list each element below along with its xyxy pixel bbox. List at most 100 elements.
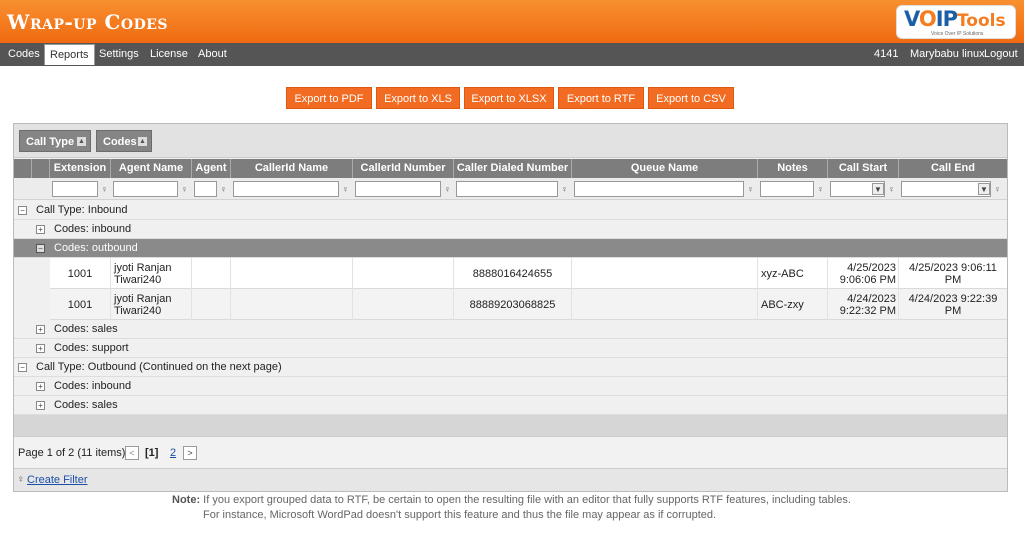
expand-icon[interactable]: + (36, 225, 45, 234)
group-label: Codes: sales (54, 323, 118, 335)
column-header-caller-dialed-number[interactable]: Caller Dialed Number (454, 159, 572, 178)
filter-icon[interactable]: ♀ (816, 183, 825, 195)
filter-icon[interactable]: ♀ (443, 183, 452, 195)
header-indent (14, 159, 32, 178)
sort-icon: ▲ (138, 137, 147, 146)
filter-input-caller-dialed-number[interactable] (456, 181, 558, 197)
filter-row: ♀ ♀ ♀ ♀ ♀ ♀ ♀ ♀ ▼ ♀ ▼ ♀ (14, 178, 1007, 200)
row-indent (14, 258, 50, 289)
column-header-callerid-name[interactable]: CallerId Name (231, 159, 353, 178)
filter-cell-queue-name: ♀ (574, 181, 757, 197)
column-header-call-end[interactable]: Call End (899, 159, 1007, 178)
cell-caller-dialed-number: 88889203068825 (454, 289, 572, 320)
cell-callerid-number (353, 289, 454, 320)
filter-date-call-end[interactable]: ▼ (901, 181, 991, 197)
group-chip-call-type[interactable]: Call Type ▲ (19, 130, 91, 152)
filter-input-callerid-name[interactable] (233, 181, 339, 197)
collapse-icon[interactable]: − (18, 363, 27, 372)
filter-cell-callerid-name: ♀ (233, 181, 352, 197)
filter-cell-call-start: ▼ ♀ (830, 181, 898, 197)
collapse-icon[interactable]: − (36, 244, 45, 253)
cell-callerid-name (231, 289, 353, 320)
logout-link[interactable]: Logout (984, 43, 1018, 66)
group-label: Codes: inbound (54, 223, 132, 235)
group-row-codes-inbound: + Codes: inbound (14, 220, 1007, 239)
expand-icon[interactable]: + (36, 401, 45, 410)
extension-number: 4141 (874, 48, 899, 60)
nav-item-codes[interactable]: Codes (3, 43, 45, 66)
filter-icon[interactable]: ♀ (180, 183, 189, 195)
voiptools-logo: VOIPTools Voice Over IP Solutions (896, 5, 1016, 39)
cell-queue-name (572, 289, 758, 320)
group-row-codes-outbound: − Codes: outbound (14, 239, 1007, 258)
filter-date-call-start[interactable]: ▼ (830, 181, 885, 197)
filter-icon[interactable]: ♀ (219, 183, 228, 195)
create-filter-link[interactable]: Create Filter (27, 474, 88, 486)
export-xlsx-button[interactable]: Export to XLSX (464, 87, 554, 109)
group-label: Call Type: Outbound (Continued on the ne… (36, 361, 282, 373)
filter-input-queue-name[interactable] (574, 181, 744, 197)
report-grid: Call Type ▲ Codes ▲ Extension Agent Name A… (13, 123, 1008, 492)
chevron-down-icon[interactable]: ▼ (978, 183, 990, 195)
group-row-codes-support: + Codes: support (14, 339, 1007, 358)
filter-input-agent-name[interactable] (113, 181, 178, 197)
chevron-down-icon[interactable]: ▼ (872, 183, 884, 195)
pager: Page 1 of 2 (11 items) < [1] 2 > (14, 436, 1007, 468)
next-page-icon[interactable]: > (183, 446, 197, 460)
expand-icon[interactable]: + (36, 344, 45, 353)
nav-item-settings[interactable]: Settings (94, 43, 144, 66)
column-header-queue-name[interactable]: Queue Name (572, 159, 758, 178)
note-line-2: For instance, Microsoft WordPad doesn't … (203, 509, 717, 521)
export-note: Note: If you export grouped data to RTF,… (172, 493, 851, 523)
cell-agent-name: jyoti Ranjan Tiwari240 (111, 258, 192, 289)
nav-item-reports[interactable]: Reports (44, 44, 95, 65)
table-row[interactable]: 1001 jyoti Ranjan Tiwari240 8888016424655… (14, 258, 1007, 289)
cell-notes: xyz-ABC (758, 258, 828, 289)
cell-call-end: 4/25/2023 9:06:11 PM (909, 261, 997, 286)
filter-input-callerid-number[interactable] (355, 181, 441, 197)
export-pdf-button[interactable]: Export to PDF (286, 87, 372, 109)
column-header-extension[interactable]: Extension (50, 159, 111, 178)
nav-item-license[interactable]: License (145, 43, 193, 66)
filter-icon[interactable]: ♀ (341, 183, 350, 195)
page-link-2[interactable]: 2 (170, 447, 176, 459)
column-header-call-start[interactable]: Call Start (828, 159, 899, 178)
collapse-icon[interactable]: − (18, 206, 27, 215)
filter-icon[interactable]: ♀ (993, 183, 1002, 195)
filter-cell-extension: ♀ (52, 181, 110, 197)
column-header-agent-name[interactable]: Agent Name (111, 159, 192, 178)
filter-input-agent[interactable] (194, 181, 217, 197)
filter-icon[interactable]: ♀ (560, 183, 569, 195)
export-csv-button[interactable]: Export to CSV (648, 87, 734, 109)
nav-item-about[interactable]: About (193, 43, 232, 66)
expand-icon[interactable]: + (36, 325, 45, 334)
filter-cell-call-end: ▼ ♀ (901, 181, 1005, 197)
group-row-codes-sales-2: + Codes: sales (14, 396, 1007, 415)
grid-footer-spacer (14, 415, 1007, 436)
column-header-callerid-number[interactable]: CallerId Number (353, 159, 454, 178)
filter-icon[interactable]: ♀ (100, 183, 109, 195)
cell-call-end: 4/24/2023 9:22:39 PM (908, 292, 998, 317)
filter-input-notes[interactable] (760, 181, 814, 197)
group-chip-codes[interactable]: Codes ▲ (96, 130, 152, 152)
column-header-agent[interactable]: Agent (192, 159, 231, 178)
cell-agent (192, 258, 231, 289)
filter-icon[interactable]: ♀ (746, 183, 755, 195)
filter-icon[interactable]: ♀ (887, 183, 896, 195)
group-panel: Call Type ▲ Codes ▲ (14, 124, 1007, 158)
column-header-notes[interactable]: Notes (758, 159, 828, 178)
cell-agent (192, 289, 231, 320)
expand-icon[interactable]: + (36, 382, 45, 391)
group-row-codes-sales: + Codes: sales (14, 320, 1007, 339)
note-line-1: If you export grouped data to RTF, be ce… (203, 494, 851, 506)
export-rtf-button[interactable]: Export to RTF (558, 87, 644, 109)
table-row[interactable]: 1001 jyoti Ranjan Tiwari240 8888920306882… (14, 289, 1007, 320)
cell-extension: 1001 (50, 289, 111, 320)
group-label: Codes: outbound (54, 242, 138, 254)
group-label: Codes: inbound (54, 380, 132, 392)
row-indent (14, 289, 50, 320)
filter-input-extension[interactable] (52, 181, 98, 197)
prev-page-icon[interactable]: < (125, 446, 139, 460)
export-xls-button[interactable]: Export to XLS (376, 87, 460, 109)
group-label: Call Type: Inbound (36, 204, 128, 216)
